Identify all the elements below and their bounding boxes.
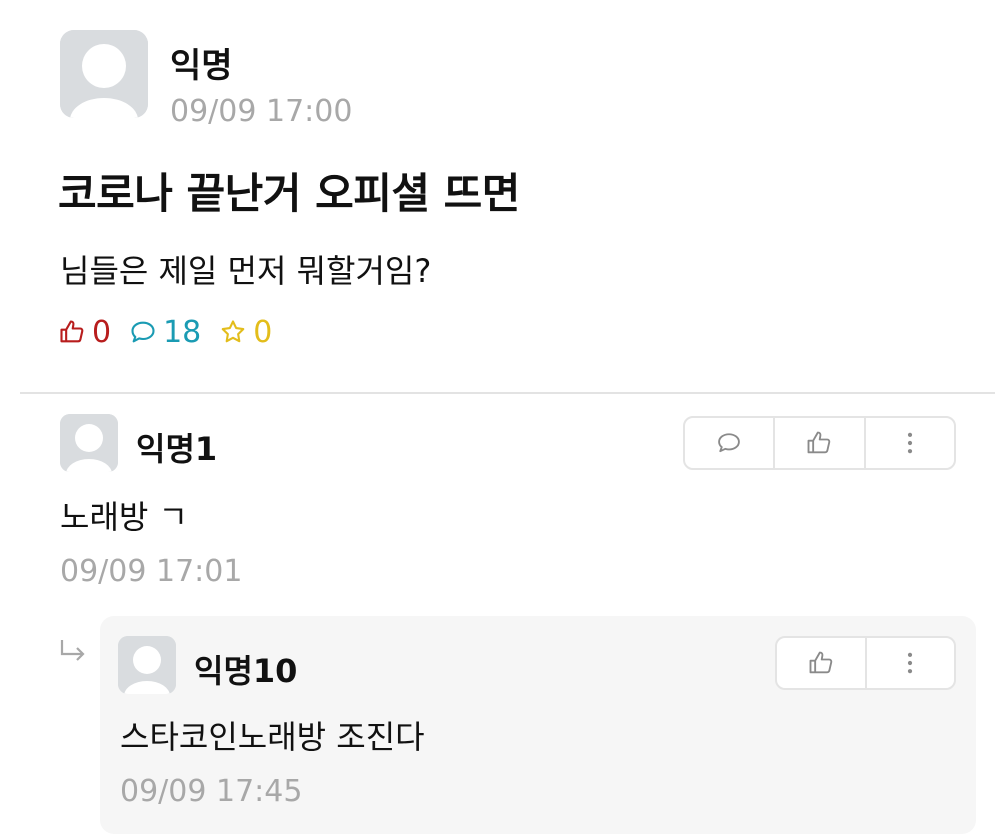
- reply-text: 스타코인노래방 조진다: [120, 718, 425, 756]
- comment-avatar: [60, 414, 118, 472]
- more-vertical-icon: [908, 652, 913, 674]
- more-button[interactable]: [866, 418, 954, 468]
- post-body: 님들은 제일 먼저 뭐할거임?: [60, 252, 432, 290]
- post-title: 코로나 끝난거 오피셜 뜨면: [58, 169, 520, 218]
- star-icon: [221, 320, 245, 343]
- like-button[interactable]: [777, 638, 867, 688]
- more-vertical-icon: [907, 432, 912, 454]
- like-count: 0: [58, 315, 111, 350]
- like-count-value: 0: [92, 314, 112, 350]
- thumbs-up-icon: [60, 320, 84, 343]
- more-button[interactable]: [867, 638, 955, 688]
- default-profile-icon: [60, 30, 148, 118]
- comment-action-bar: [683, 416, 956, 470]
- thumbs-up-icon: [808, 431, 831, 454]
- scrap-count: 0: [219, 315, 272, 350]
- reply-author: 익명10: [194, 652, 298, 690]
- reply-timestamp: 09/09 17:45: [120, 774, 303, 809]
- reply-avatar: [118, 636, 176, 694]
- comment-count-value: 18: [163, 314, 202, 350]
- post-stats: 0 18 0: [58, 314, 290, 350]
- scrap-count-value: 0: [253, 314, 273, 350]
- default-profile-icon: [60, 414, 118, 472]
- post-author: 익명: [170, 46, 233, 86]
- comment-author: 익명1: [136, 430, 218, 468]
- like-button[interactable]: [775, 418, 866, 468]
- comment-text: 노래방 ㄱ: [60, 498, 188, 536]
- comment-count: 18: [129, 315, 201, 350]
- comment-timestamp: 09/09 17:01: [60, 554, 243, 589]
- post-timestamp: 09/09 17:00: [170, 94, 353, 129]
- comment-icon: [131, 321, 155, 343]
- comment-icon: [718, 433, 741, 453]
- reply-arrow-icon: [60, 640, 85, 661]
- avatar: [60, 30, 148, 118]
- default-profile-icon: [118, 636, 176, 694]
- reply-button[interactable]: [685, 418, 776, 468]
- divider: [20, 392, 995, 394]
- reply-action-bar: [775, 636, 956, 690]
- thumbs-up-icon: [809, 651, 833, 674]
